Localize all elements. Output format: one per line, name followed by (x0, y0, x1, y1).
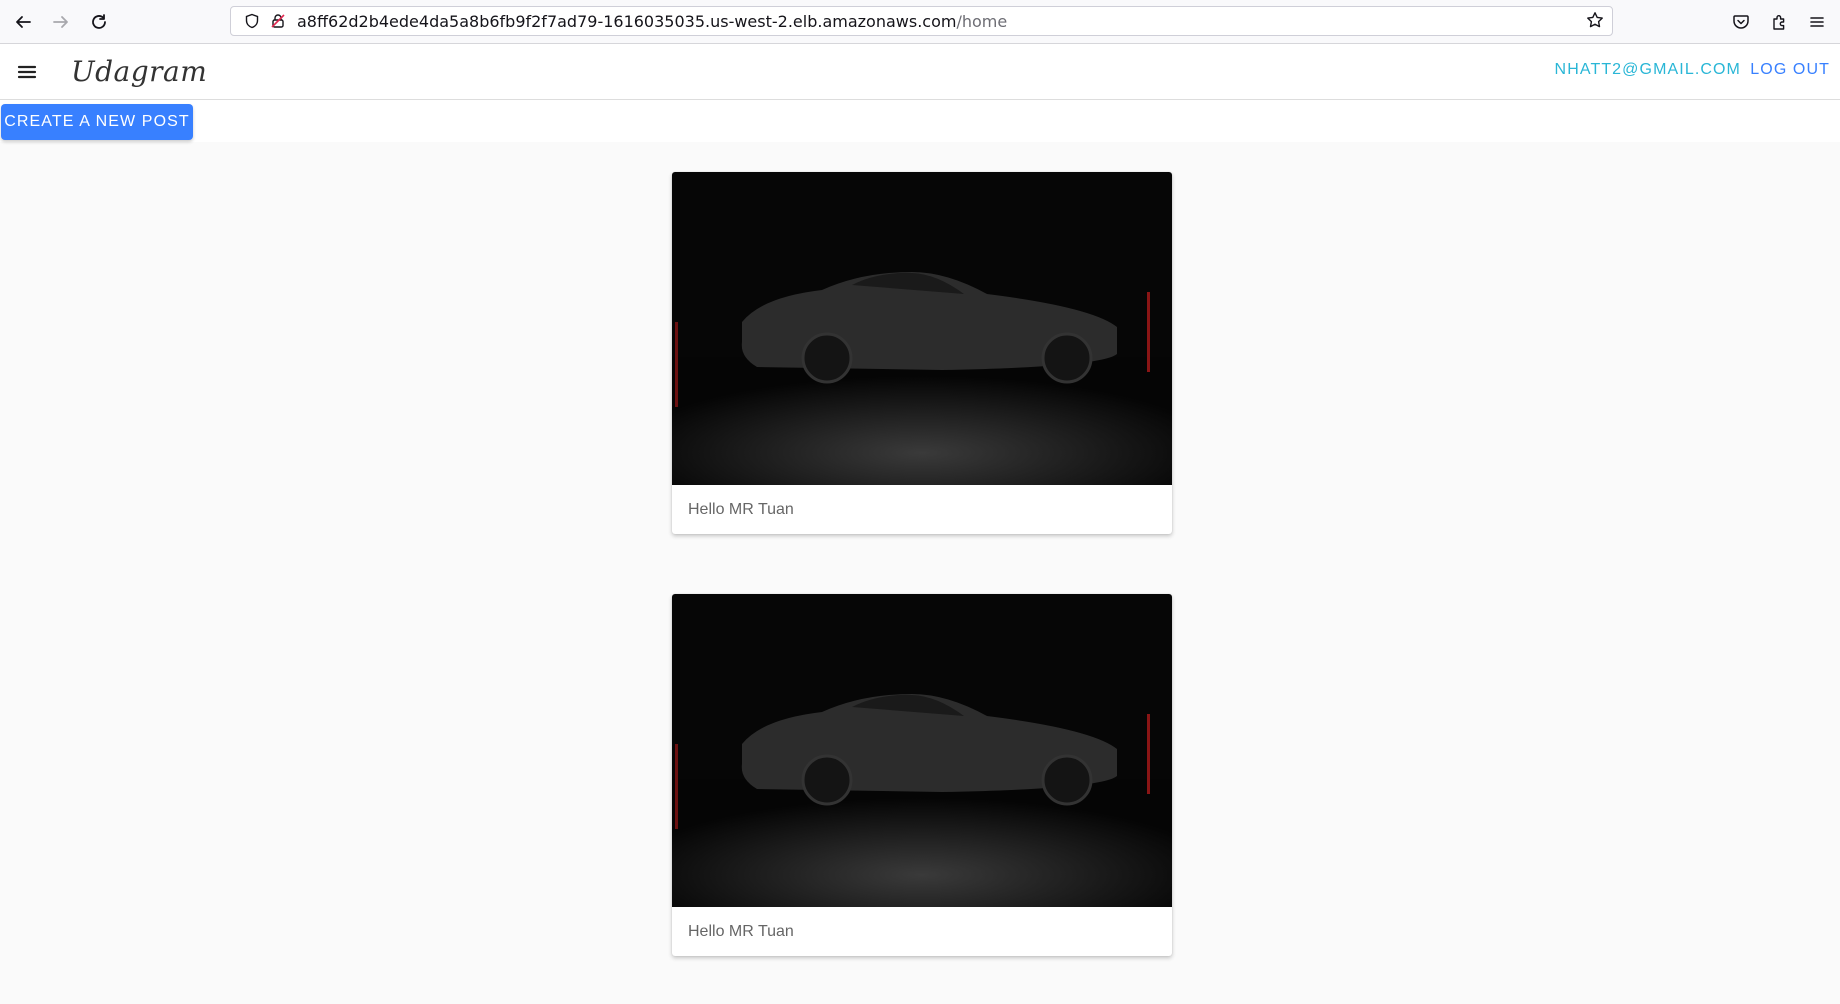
puzzle-icon (1773, 15, 1785, 30)
app-header: Udagram NHATT2@GMAIL.COM LOG OUT (0, 44, 1840, 100)
post-card[interactable]: Hello MR Tuan (672, 172, 1172, 534)
menu-icon (17, 65, 37, 78)
app-logo: Udagram (71, 55, 208, 88)
side-menu-button[interactable] (7, 52, 47, 92)
insecure-lock-icon[interactable] (267, 10, 289, 32)
browser-toolbar: a8ff62d2b4ede4da5a8b6fb9f2f7ad79-1616035… (0, 0, 1840, 44)
post-image (672, 172, 1172, 485)
url-text: a8ff62d2b4ede4da5a8b6fb9f2f7ad79-1616035… (297, 12, 1007, 31)
pocket-button[interactable] (1724, 5, 1758, 39)
arrow-right-icon (53, 15, 68, 28)
url-host: a8ff62d2b4ede4da5a8b6fb9f2f7ad79-1616035… (297, 11, 957, 31)
reload-icon (92, 13, 106, 29)
back-button[interactable] (6, 5, 40, 39)
url-path: /home (956, 11, 1008, 31)
arrow-left-icon (16, 15, 31, 28)
reload-button[interactable] (82, 5, 116, 39)
action-row: CREATE A NEW POST (0, 100, 1840, 142)
hamburger-icon (1810, 17, 1824, 27)
address-bar[interactable]: a8ff62d2b4ede4da5a8b6fb9f2f7ad79-1616035… (230, 6, 1613, 36)
app-menu-button[interactable] (1800, 5, 1834, 39)
post-image (672, 594, 1172, 907)
pocket-icon (1733, 15, 1749, 29)
post-caption: Hello MR Tuan (688, 500, 794, 518)
forward-button[interactable] (44, 5, 78, 39)
bookmark-star-icon[interactable] (1586, 11, 1604, 33)
post-card[interactable]: Hello MR Tuan (672, 594, 1172, 956)
user-email-link[interactable]: NHATT2@GMAIL.COM (1555, 61, 1741, 79)
tracking-shield-icon[interactable] (241, 10, 263, 32)
extensions-button[interactable] (1762, 5, 1796, 39)
post-caption: Hello MR Tuan (688, 922, 794, 940)
logout-button[interactable]: LOG OUT (1750, 61, 1830, 79)
create-post-button[interactable]: CREATE A NEW POST (1, 104, 193, 140)
browser-right-tools (1720, 5, 1834, 39)
